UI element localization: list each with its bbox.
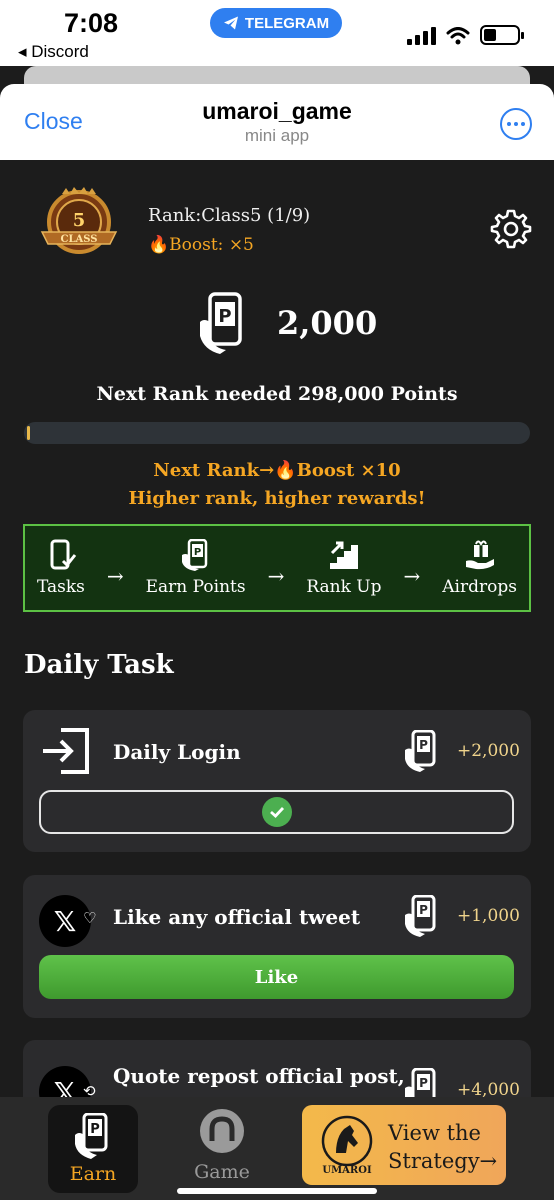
task-card-like-tweet: 𝕏 ♡ Like any official tweet P +1,000 Lik… (23, 875, 531, 1018)
higher-rank-text: Higher rank, higher rewards! (128, 488, 426, 509)
points-value: 2,000 (277, 304, 378, 342)
svg-text:P: P (419, 903, 428, 917)
send-icon (223, 16, 238, 30)
svg-text:P: P (419, 1076, 428, 1090)
app-subtitle: mini app (244, 126, 310, 145)
flow-label-rank-up: Rank Up (306, 577, 382, 597)
signal-icon (407, 27, 436, 45)
gift-hand-icon (465, 540, 494, 570)
status-bar: 7:08 ◂ Discord TELEGRAM (0, 0, 554, 66)
flow-arrow: → (106, 564, 124, 588)
nav-earn-label: Earn (69, 1163, 117, 1185)
points-phone-icon: P (181, 539, 207, 571)
badge-text: CLASS (61, 234, 98, 245)
rank-progress-bar (24, 422, 530, 444)
nav-game-label: Game (194, 1161, 250, 1183)
task-name: Daily Login (113, 740, 241, 764)
svg-text:UMAROI: UMAROI (322, 1165, 372, 1175)
flow-label-tasks: Tasks (37, 577, 85, 597)
task-card-daily-login: Daily Login P +2,000 (23, 710, 531, 852)
login-icon (43, 728, 89, 774)
svg-text:P: P (218, 306, 231, 327)
flow-arrow: → (403, 564, 421, 588)
rank-label: Rank:Class5 (1/9) (148, 205, 311, 226)
flow-step-airdrops: Airdrops (442, 539, 517, 597)
like-button[interactable]: Like (39, 955, 514, 999)
wifi-icon (446, 27, 470, 45)
telegram-pill[interactable]: TELEGRAM (210, 8, 342, 38)
nav-game-tab[interactable]: Game (182, 1107, 262, 1193)
home-indicator (177, 1188, 377, 1194)
task-name: Like any official tweet (113, 905, 361, 929)
svg-text:P: P (193, 547, 200, 558)
flow-label-airdrops: Airdrops (442, 577, 517, 597)
points-phone-icon: P (200, 292, 242, 354)
strategy-text-line2: Strategy→ (388, 1149, 498, 1173)
heart-icon: ♡ (83, 909, 97, 927)
status-icons (407, 25, 524, 45)
task-reward: +2,000 (457, 741, 520, 761)
flow-arrow: → (267, 564, 285, 588)
sheet-edge (24, 66, 530, 86)
flow-step-earn-points: P Earn Points (146, 539, 246, 597)
points-phone-icon: P (75, 1113, 108, 1159)
points-phone-icon: P (405, 895, 436, 937)
daily-login-complete-button[interactable] (39, 790, 514, 834)
task-reward: +1,000 (457, 906, 520, 926)
view-strategy-button[interactable]: UMAROI View the Strategy→ (302, 1105, 506, 1185)
back-to-discord-link[interactable]: ◂ Discord (18, 42, 89, 62)
progression-flow: Tasks → P Earn Points → Rank Up → Airdro… (23, 524, 531, 612)
svg-text:P: P (90, 1122, 100, 1137)
horseshoe-icon (200, 1109, 244, 1153)
boost-label: 🔥Boost: ×5 (148, 235, 254, 255)
bottom-nav: P Earn Game UMAROI View the Strategy→ (0, 1097, 554, 1200)
more-options-button[interactable] (500, 108, 532, 140)
next-rank-boost: Next Rank→🔥Boost ×10 (153, 460, 401, 481)
app-header: Close umaroi_game mini app (0, 84, 554, 160)
next-rank-needed: Next Rank needed 298,000 Points (96, 383, 458, 405)
phone-check-icon (50, 539, 77, 570)
telegram-label: TELEGRAM (244, 14, 330, 32)
points-phone-icon: P (405, 730, 436, 772)
check-icon (261, 797, 292, 827)
flow-label-earn-points: Earn Points (145, 577, 246, 597)
strategy-text-line1: View the (388, 1121, 481, 1145)
clock: 7:08 (64, 8, 119, 38)
stairs-icon (329, 541, 358, 569)
daily-task-heading: Daily Task (24, 650, 174, 680)
points-display: P 2,000 (0, 292, 554, 362)
app-title: umaroi_game (202, 98, 352, 124)
flow-step-tasks: Tasks (37, 539, 85, 597)
flow-step-rank-up: Rank Up (306, 539, 382, 597)
umaroi-logo: UMAROI (321, 1115, 373, 1175)
task-name: Quote repost official post, (113, 1064, 405, 1088)
gear-icon[interactable] (490, 208, 532, 250)
rank-badge-icon: 5 CLASS (40, 187, 118, 254)
nav-earn-tab[interactable]: P Earn (48, 1105, 138, 1193)
battery-icon (480, 25, 524, 45)
badge-number: 5 (73, 210, 86, 231)
rank-progress-fill (27, 426, 30, 440)
svg-text:P: P (419, 738, 428, 752)
